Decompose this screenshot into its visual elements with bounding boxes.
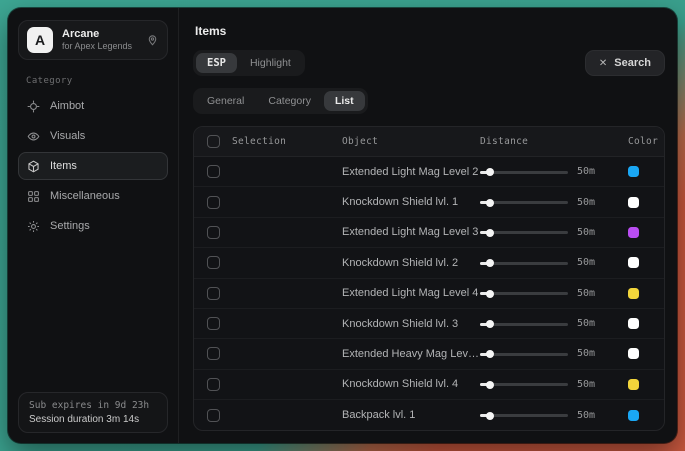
select-all-checkbox[interactable]	[207, 135, 220, 148]
distance-value: 50m	[577, 379, 595, 390]
row-checkbox[interactable]	[207, 347, 220, 360]
header-distance: Distance	[480, 136, 528, 147]
session-duration-text: Session duration 3m 14s	[29, 414, 157, 425]
color-swatch[interactable]	[628, 257, 639, 268]
distance-slider[interactable]	[480, 167, 568, 177]
mode-tabs: ESP Highlight	[193, 50, 305, 76]
app-logo: A	[27, 27, 53, 53]
object-name: Knockdown Shield lvl. 3	[342, 318, 458, 330]
tab-highlight[interactable]: Highlight	[239, 53, 302, 73]
tab-esp[interactable]: ESP	[196, 53, 237, 73]
distance-value: 50m	[577, 410, 595, 421]
row-checkbox[interactable]	[207, 287, 220, 300]
table-row[interactable]: Extended Heavy Mag Level 1 50m	[194, 339, 664, 369]
object-name: Knockdown Shield lvl. 2	[342, 257, 458, 269]
row-checkbox[interactable]	[207, 226, 220, 239]
color-swatch[interactable]	[628, 348, 639, 359]
object-name: Extended Light Mag Level 3	[342, 226, 478, 238]
distance-slider[interactable]	[480, 288, 568, 298]
distance-value: 50m	[577, 257, 595, 268]
search-button[interactable]: ✕ Search	[585, 50, 665, 76]
table-header: Selection Object Distance Color	[194, 127, 664, 157]
distance-value: 50m	[577, 318, 595, 329]
app-name: Arcane	[62, 28, 137, 41]
tab-list[interactable]: List	[324, 91, 365, 111]
distance-value: 50m	[577, 288, 595, 299]
distance-value: 50m	[577, 227, 595, 238]
distance-slider[interactable]	[480, 227, 568, 237]
color-swatch[interactable]	[628, 197, 639, 208]
app-window: A Arcane for Apex Legends Category Aimbo…	[8, 8, 677, 443]
sidebar-item-label: Settings	[50, 220, 90, 232]
gear-icon	[27, 220, 40, 233]
object-name: Knockdown Shield lvl. 4	[342, 378, 458, 390]
header-selection: Selection	[232, 136, 286, 147]
table-row[interactable]: Extended Light Mag Level 4 50m	[194, 279, 664, 309]
header-color: Color	[628, 136, 658, 147]
color-swatch[interactable]	[628, 227, 639, 238]
session-card: Sub expires in 9d 23h Session duration 3…	[18, 392, 168, 433]
category-label: Category	[26, 76, 162, 86]
sidebar-item-items[interactable]: Items	[18, 152, 168, 180]
grid-icon	[27, 190, 40, 203]
object-name: Extended Heavy Mag Level 1	[342, 348, 480, 360]
app-subtitle: for Apex Legends	[62, 41, 137, 52]
color-swatch[interactable]	[628, 166, 639, 177]
close-icon: ✕	[599, 58, 607, 69]
brand-card: A Arcane for Apex Legends	[18, 20, 168, 60]
package-icon	[27, 160, 40, 173]
object-name: Backpack lvl. 1	[342, 409, 415, 421]
row-checkbox[interactable]	[207, 409, 220, 422]
pin-icon[interactable]	[146, 34, 159, 47]
table-row[interactable]: Knockdown Shield lvl. 4 50m	[194, 370, 664, 400]
distance-slider[interactable]	[480, 410, 568, 420]
table-row[interactable]: Extended Light Mag Level 3 50m	[194, 218, 664, 248]
sidebar-item-miscellaneous[interactable]: Miscellaneous	[18, 182, 168, 210]
table-row[interactable]: Knockdown Shield lvl. 1 50m	[194, 187, 664, 217]
row-checkbox[interactable]	[207, 378, 220, 391]
distance-value: 50m	[577, 166, 595, 177]
table-row[interactable]: Knockdown Shield lvl. 3 50m	[194, 309, 664, 339]
distance-slider[interactable]	[480, 349, 568, 359]
distance-slider[interactable]	[480, 319, 568, 329]
crosshair-icon	[27, 100, 40, 113]
object-name: Extended Light Mag Level 4	[342, 287, 478, 299]
color-swatch[interactable]	[628, 318, 639, 329]
sidebar-item-label: Miscellaneous	[50, 190, 120, 202]
sidebar-item-settings[interactable]: Settings	[18, 212, 168, 240]
row-checkbox[interactable]	[207, 317, 220, 330]
tab-general[interactable]: General	[196, 91, 255, 111]
tab-category[interactable]: Category	[257, 91, 322, 111]
page-title: Items	[195, 24, 665, 38]
distance-value: 50m	[577, 348, 595, 359]
object-name: Knockdown Shield lvl. 1	[342, 196, 458, 208]
table-row[interactable]: Knockdown Shield lvl. 2 50m	[194, 248, 664, 278]
main-panel: Items ESP Highlight ✕ Search General Cat…	[179, 8, 677, 443]
color-swatch[interactable]	[628, 288, 639, 299]
search-button-label: Search	[614, 57, 651, 69]
sidebar-item-label: Aimbot	[50, 100, 84, 112]
distance-slider[interactable]	[480, 197, 568, 207]
row-checkbox[interactable]	[207, 196, 220, 209]
table-row[interactable]: Extended Light Mag Level 2 50m	[194, 157, 664, 187]
object-name: Extended Light Mag Level 2	[342, 166, 478, 178]
items-table: Selection Object Distance Color Extended…	[193, 126, 665, 431]
distance-slider[interactable]	[480, 258, 568, 268]
distance-slider[interactable]	[480, 379, 568, 389]
sub-expires-text: Sub expires in 9d 23h	[29, 400, 157, 411]
sidebar: A Arcane for Apex Legends Category Aimbo…	[8, 8, 179, 443]
sidebar-item-visuals[interactable]: Visuals	[18, 122, 168, 150]
color-swatch[interactable]	[628, 379, 639, 390]
view-tabs: General Category List	[193, 88, 368, 114]
eye-icon	[27, 130, 40, 143]
row-checkbox[interactable]	[207, 256, 220, 269]
header-object: Object	[342, 136, 378, 147]
sidebar-item-label: Items	[50, 160, 77, 172]
sidebar-item-label: Visuals	[50, 130, 85, 142]
sidebar-item-aimbot[interactable]: Aimbot	[18, 92, 168, 120]
color-swatch[interactable]	[628, 410, 639, 421]
table-row[interactable]: Backpack lvl. 1 50m	[194, 400, 664, 430]
distance-value: 50m	[577, 197, 595, 208]
row-checkbox[interactable]	[207, 165, 220, 178]
